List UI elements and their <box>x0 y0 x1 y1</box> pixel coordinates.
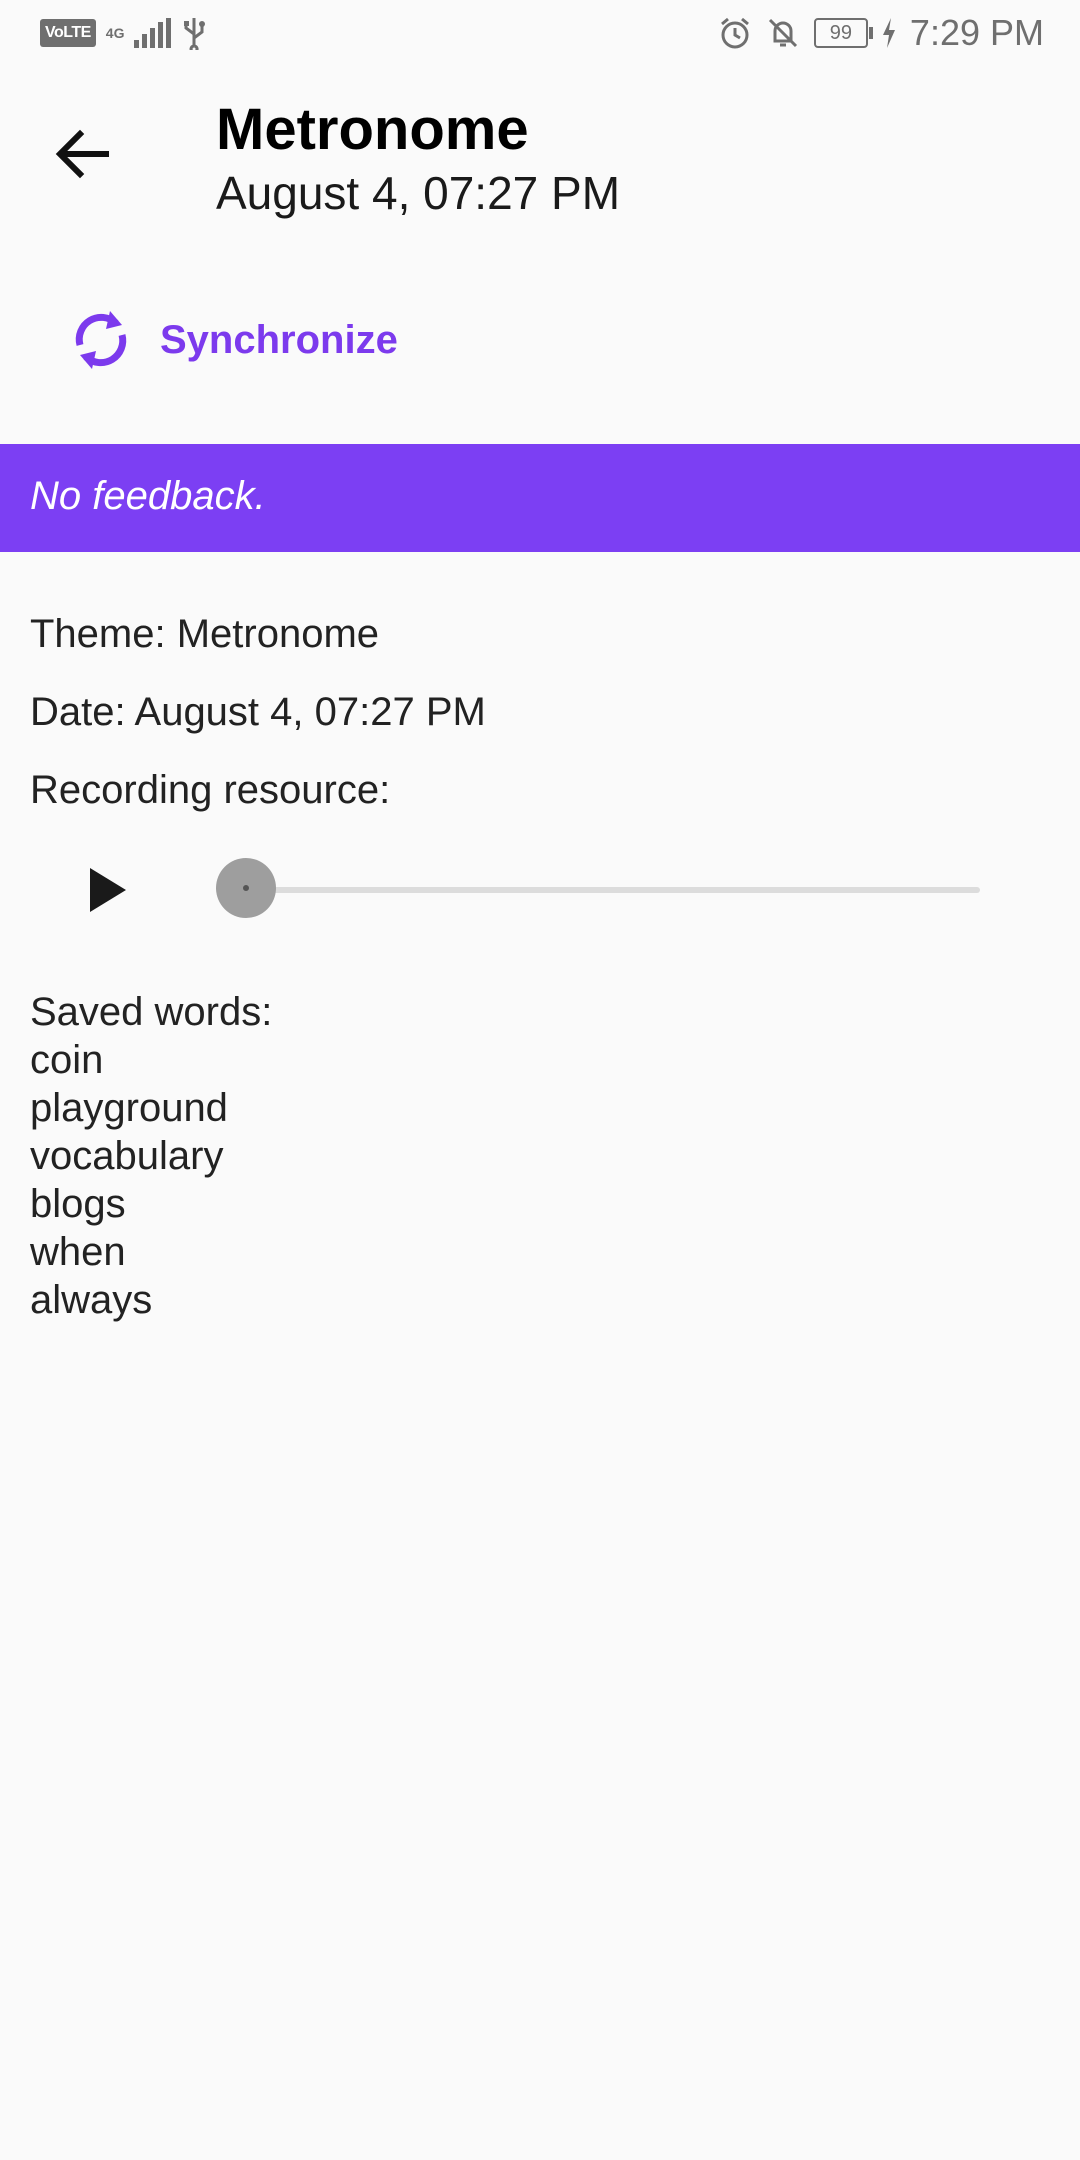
feedback-banner: No feedback. <box>0 444 1080 552</box>
page-subtitle: August 4, 07:27 PM <box>216 167 621 219</box>
seek-thumb[interactable] <box>216 858 276 918</box>
saved-word: coin <box>30 1038 104 1082</box>
synchronize-button[interactable]: Synchronize <box>70 300 398 380</box>
audio-player <box>0 850 1080 930</box>
saved-word: when <box>30 1230 126 1274</box>
saved-words-label: Saved words: <box>30 990 273 1034</box>
saved-words-section: Saved words: coin playground vocabulary … <box>30 988 272 1324</box>
app-bar: Metronome August 4, 07:27 PM <box>0 88 1080 238</box>
date-text: Date: August 4, 07:27 PM <box>30 690 486 734</box>
status-bar: VoLTE 4G 99 7:29 PM <box>0 0 1080 72</box>
alarm-icon <box>720 17 749 49</box>
page-title: Metronome <box>216 97 529 162</box>
status-right: 99 7:29 PM <box>718 12 1044 54</box>
theme-text: Theme: Metronome <box>30 612 380 656</box>
saved-word: always <box>30 1278 153 1322</box>
sync-icon <box>75 311 127 369</box>
feedback-text: No feedback. <box>30 474 266 518</box>
play-button[interactable] <box>80 862 136 918</box>
battery-indicator: 99 <box>813 18 873 48</box>
screen: VoLTE 4G 99 7:29 PM Metronome August 4, … <box>0 0 1080 2160</box>
saved-word: vocabulary <box>30 1134 224 1178</box>
arrow-back-icon <box>55 129 109 179</box>
usb-icon <box>184 18 206 50</box>
notifications-off-icon <box>768 18 797 48</box>
saved-word: playground <box>30 1086 228 1130</box>
signal-icon <box>134 18 172 48</box>
status-left: VoLTE 4G <box>40 16 207 50</box>
seek-track[interactable] <box>246 887 980 893</box>
synchronize-label: Synchronize <box>160 317 398 362</box>
recording-label: Recording resource: <box>30 768 391 812</box>
status-time: 7:29 PM <box>909 12 1044 53</box>
play-icon <box>90 868 126 912</box>
volte-badge: VoLTE <box>40 19 96 47</box>
back-button[interactable] <box>48 118 120 190</box>
saved-word: blogs <box>30 1182 126 1226</box>
charging-icon <box>882 18 895 48</box>
network-type: 4G <box>105 25 125 41</box>
